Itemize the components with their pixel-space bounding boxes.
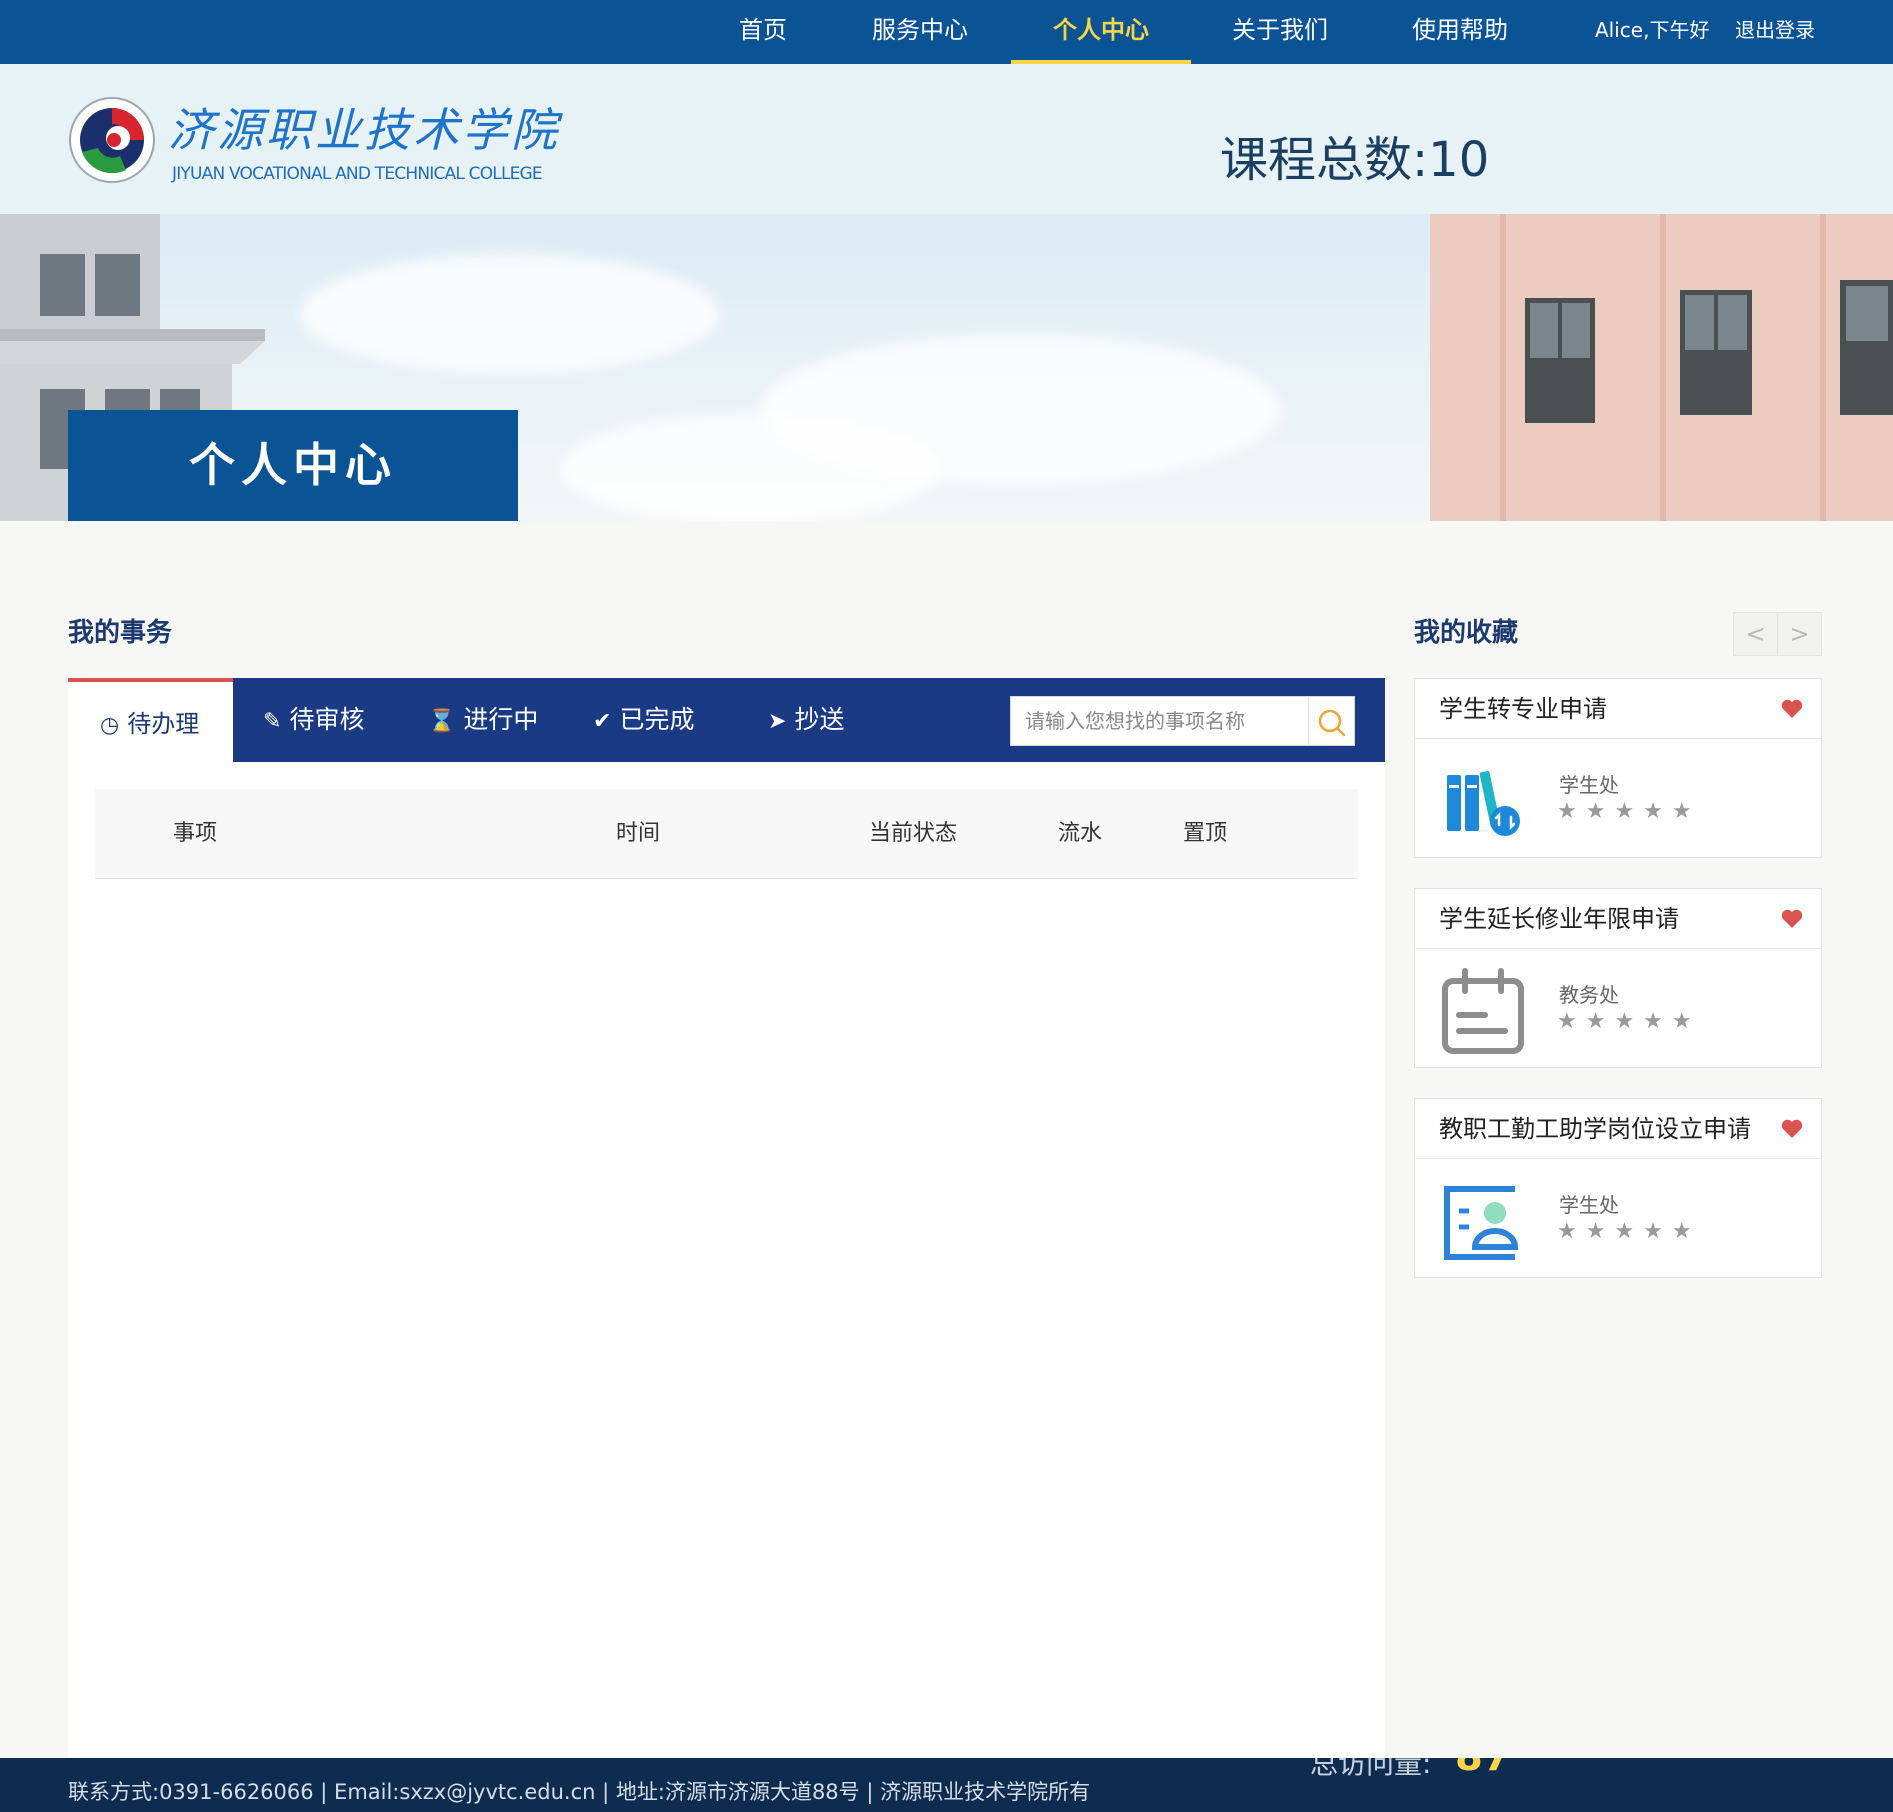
col-pin: 置顶 (1183, 821, 1228, 846)
favorites-next-button[interactable]: > (1777, 612, 1822, 656)
banner-cloud (300, 254, 720, 374)
footer-contact: 联系方式:0391-6626066 | Email:sxzx@jyvtc.edu… (68, 1780, 1091, 1804)
favorite-card[interactable]: 学生转专业申请 学生处 ★★★★★ (1414, 678, 1822, 858)
heart-icon[interactable] (1781, 909, 1803, 929)
tab-completed[interactable]: ✔ 已完成 (593, 678, 694, 762)
favorite-dept: 学生处 (1559, 773, 1619, 797)
favorite-title: 教职工勤工助学岗位设立申请 (1439, 1115, 1751, 1143)
send-icon: ➤ (768, 709, 787, 734)
affairs-search-input[interactable] (1011, 697, 1307, 745)
college-logo[interactable]: 济源职业技术学院 JIYUAN VOCATIONAL AND TECHNICAL… (68, 94, 557, 194)
visit-count-label: 总访问量: (1310, 1758, 1432, 1780)
favorites-title: 我的收藏 (1414, 618, 1519, 648)
affairs-table-header: 事项 时间 当前状态 流水 置顶 (95, 789, 1358, 879)
logo-chinese-name: 济源职业技术学院 (168, 103, 560, 157)
col-item: 事项 (173, 821, 218, 846)
favorite-dept: 学生处 (1559, 1193, 1619, 1217)
nav-service-center[interactable]: 服务中心 (860, 0, 980, 64)
favorite-card[interactable]: 学生延长修业年限申请 教务处 ★★★★★ (1414, 888, 1822, 1068)
col-flow: 流水 (1058, 821, 1103, 846)
tab-label: 进行中 (463, 705, 539, 734)
banner-cloud (560, 414, 940, 521)
favorite-card-header: 学生转专业申请 (1415, 679, 1821, 739)
search-button[interactable] (1308, 697, 1355, 745)
header-band: 济源职业技术学院 JIYUAN VOCATIONAL AND TECHNICAL… (0, 64, 1893, 214)
favorite-card-header: 教职工勤工助学岗位设立申请 (1415, 1099, 1821, 1159)
col-time: 时间 (616, 821, 661, 846)
id-card-icon (1444, 1186, 1519, 1260)
user-greeting: Alice,下午好 (1595, 18, 1710, 42)
affairs-search (1010, 696, 1355, 746)
nav-about-us[interactable]: 关于我们 (1220, 0, 1340, 64)
tab-to-review[interactable]: ✎ 待审核 (263, 678, 364, 762)
tab-label: 待办理 (127, 710, 200, 738)
favorite-rating-stars: ★★★★★ (1557, 1009, 1701, 1034)
favorite-rating-stars: ★★★★★ (1557, 1219, 1701, 1244)
search-icon (1318, 709, 1346, 737)
heart-icon[interactable] (1781, 699, 1803, 719)
favorite-title: 学生转专业申请 (1439, 695, 1607, 723)
tab-label: 待审核 (289, 705, 365, 734)
nav-personal-center[interactable]: 个人中心 (1011, 0, 1191, 64)
calendar-icon (1442, 968, 1524, 1054)
tab-in-progress[interactable]: ⌛ 进行中 (428, 678, 538, 762)
books-transfer-icon (1447, 770, 1520, 836)
favorite-card[interactable]: 教职工勤工助学岗位设立申请 学生处 ★★★★★ (1414, 1098, 1822, 1278)
course-count: 课程总数:10 (1220, 132, 1490, 188)
hourglass-icon: ⌛ (428, 709, 456, 734)
favorite-title: 学生延长修业年限申请 (1439, 905, 1679, 933)
col-status: 当前状态 (869, 821, 958, 846)
banner-title: 个人中心 (68, 410, 518, 521)
footer: 总访问量: 87 联系方式:0391-6626066 | Email:sxzx@… (0, 1758, 1893, 1812)
affairs-title: 我的事务 (68, 618, 173, 648)
visit-count-value: 87 (1455, 1758, 1511, 1780)
clock-icon: ◷ (100, 713, 120, 738)
favorites-prev-button[interactable]: < (1733, 612, 1778, 656)
banner: 个人中心 (0, 214, 1893, 521)
top-nav: 首页 服务中心 个人中心 关于我们 使用帮助 Alice,下午好 退出登录 (0, 0, 1893, 64)
check-icon: ✔ (593, 709, 612, 734)
tab-cc[interactable]: ➤ 抄送 (768, 678, 844, 762)
nav-home[interactable]: 首页 (722, 0, 804, 64)
tab-label: 抄送 (794, 705, 845, 734)
nav-help[interactable]: 使用帮助 (1400, 0, 1520, 64)
favorite-card-header: 学生延长修业年限申请 (1415, 889, 1821, 949)
heart-icon[interactable] (1781, 1119, 1803, 1139)
logo-english-name: JIYUAN VOCATIONAL AND TECHNICAL COLLEGE (172, 164, 543, 184)
logout-link[interactable]: 退出登录 (1735, 0, 1815, 64)
favorite-dept: 教务处 (1559, 983, 1619, 1007)
banner-building-right (1430, 214, 1893, 521)
favorite-rating-stars: ★★★★★ (1557, 799, 1701, 824)
edit-icon: ✎ (263, 709, 282, 734)
tab-label: 已完成 (619, 705, 695, 734)
tab-pending[interactable]: ◷ 待办理 (68, 678, 233, 762)
college-emblem-icon (69, 97, 155, 183)
